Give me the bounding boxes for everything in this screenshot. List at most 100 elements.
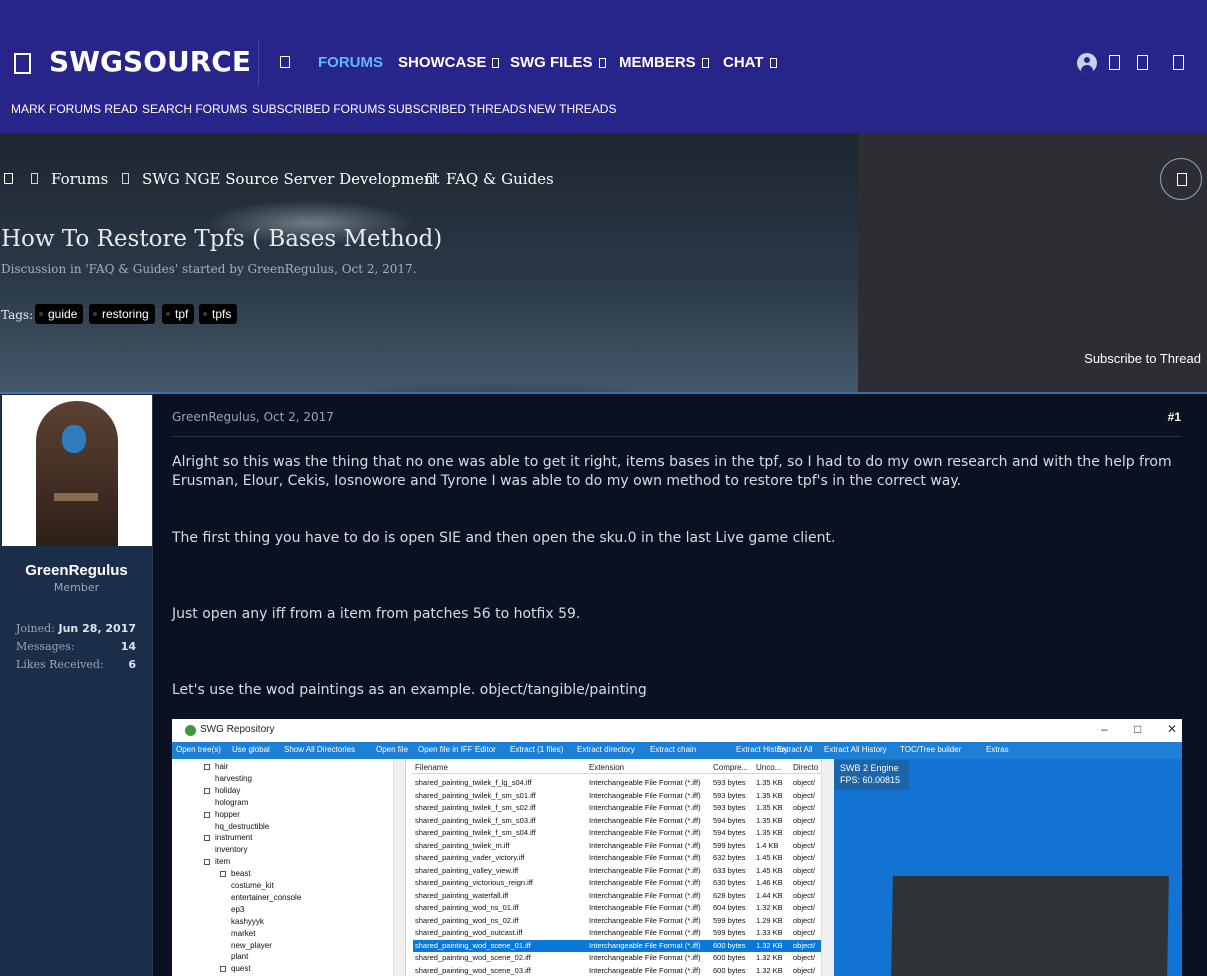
table-row[interactable]: shared_painting_wod_ns_02.iff Interchange… — [413, 915, 821, 928]
toolbar-item[interactable]: Show All Directories — [284, 745, 355, 754]
table-row[interactable]: shared_painting_twilek_f_lg_s04.iff Inter… — [413, 777, 821, 790]
table-row[interactable]: shared_painting_wod_outcast.iff Interchan… — [413, 927, 821, 940]
toolbar-item[interactable]: Open file in IFF Editor — [418, 745, 496, 754]
tree-node[interactable]: harvesting — [215, 774, 252, 783]
column-header[interactable]: Compre... — [713, 763, 748, 772]
subnav-subscribed-forums[interactable]: SUBSCRIBED FORUMS — [252, 102, 385, 116]
post-number[interactable]: #1 — [1168, 410, 1181, 424]
table-row[interactable]: shared_painting_valley_view.iff Interchan… — [413, 865, 821, 878]
tree-node[interactable]: inventory — [215, 845, 247, 854]
tree-node-label: plant — [231, 952, 249, 962]
nav-forums[interactable]: FORUMS — [318, 54, 383, 71]
tree-node[interactable]: instrument — [204, 833, 252, 842]
tree-node[interactable]: holiday — [204, 786, 240, 795]
stat-messages-value[interactable]: 14 — [121, 640, 136, 653]
tree-node[interactable]: item — [204, 857, 230, 866]
table-row[interactable]: shared_painting_twilek_f_sm_s03.iff Inter… — [413, 815, 821, 828]
column-header[interactable]: Filename — [415, 763, 448, 772]
home-icon[interactable] — [280, 56, 290, 68]
toolbar-item[interactable]: Extract All History — [824, 745, 887, 754]
banner-menu-button[interactable] — [1160, 158, 1202, 200]
tree-node[interactable]: market — [231, 929, 255, 938]
table-cell: shared_painting_twilek_f_sm_s01.iff — [415, 790, 536, 800]
tree-node[interactable]: entertainer_console — [231, 893, 301, 902]
tree-node[interactable]: quest — [220, 964, 251, 973]
toolbar-item[interactable]: Extract All — [777, 745, 813, 754]
nav-chat[interactable]: CHAT — [723, 54, 777, 71]
table-row[interactable]: shared_painting_victorious_reign.iff Inte… — [413, 877, 821, 890]
table-row[interactable]: shared_painting_wod_scene_03.iff Intercha… — [413, 965, 821, 976]
expand-icon[interactable] — [204, 787, 210, 794]
breadcrumb-home-icon[interactable] — [4, 173, 13, 184]
tag-restoring[interactable]: restoring — [89, 304, 155, 324]
expand-icon[interactable] — [220, 966, 226, 973]
expand-icon[interactable] — [220, 871, 226, 878]
breadcrumb-faq-guides[interactable]: FAQ & Guides — [446, 170, 554, 188]
alerts-icon[interactable] — [1137, 55, 1148, 70]
post-paragraph: Alright so this was the thing that no on… — [172, 454, 1172, 489]
tree-node[interactable]: ep3 — [231, 905, 244, 914]
table-row[interactable]: shared_painting_wod_scene_02.iff Intercha… — [413, 952, 821, 965]
breadcrumb-forums[interactable]: Forums — [51, 170, 108, 188]
column-header[interactable]: Extension — [589, 763, 624, 772]
tree-node[interactable]: new_player — [231, 941, 272, 950]
tag-tpf[interactable]: tpf — [162, 304, 195, 324]
tree-node[interactable]: plant — [231, 952, 248, 961]
toolbar-item[interactable]: Use global — [232, 745, 270, 754]
tree-node[interactable]: hologram — [215, 798, 248, 807]
tree-node[interactable]: hair — [204, 762, 228, 771]
toolbar-item[interactable]: Extras — [986, 745, 1009, 754]
tree-node[interactable]: costume_kit — [231, 881, 274, 890]
expand-icon[interactable] — [204, 835, 210, 842]
table-row[interactable]: shared_painting_waterfall.iff Interchange… — [413, 890, 821, 903]
tree-node[interactable]: hopper — [204, 810, 240, 819]
user-avatar-icon[interactable] — [1077, 53, 1097, 73]
tag-tpfs[interactable]: tpfs — [199, 304, 238, 324]
nav-showcase[interactable]: SHOWCASE — [398, 54, 500, 71]
search-icon[interactable] — [1173, 55, 1184, 70]
expand-icon[interactable] — [204, 859, 210, 866]
subnav-subscribed-threads[interactable]: SUBSCRIBED THREADS — [388, 102, 526, 116]
tree-node[interactable]: hq_destructible — [215, 822, 269, 831]
site-logo[interactable]: SWGSOURCE — [49, 45, 251, 78]
table-row[interactable]: shared_painting_wod_ns_01.iff Interchange… — [413, 902, 821, 915]
table-row[interactable]: shared_painting_twilek_f_sm_s01.iff Inter… — [413, 790, 821, 803]
site-header: SWGSOURCE FORUMS SHOWCASE SWG FILES MEMB… — [0, 0, 1207, 133]
toolbar-item[interactable]: Open tree(s) — [176, 745, 221, 754]
toolbar-item[interactable]: Extract (1 files) — [510, 745, 563, 754]
subnav-mark-forums-read[interactable]: MARK FORUMS READ — [11, 102, 138, 116]
tree-node-label: instrument — [215, 833, 253, 843]
tag-guide[interactable]: guide — [35, 304, 84, 324]
table-row[interactable]: shared_painting_twilek_f_sm_s04.iff Inter… — [413, 827, 821, 840]
expand-icon[interactable] — [204, 811, 210, 818]
nav-members[interactable]: MEMBERS — [619, 54, 709, 71]
tree-node[interactable]: beast — [220, 869, 251, 878]
nav-swg-files[interactable]: SWG FILES — [510, 54, 606, 71]
post-username[interactable]: GreenRegulus — [0, 562, 153, 579]
inbox-icon[interactable] — [1109, 55, 1120, 70]
repo-list-header: Filename Extension Compre... Unco... Directo — [411, 761, 823, 774]
post-author-date[interactable]: GreenRegulus, Oct 2, 2017 — [172, 410, 334, 424]
toolbar-item[interactable]: Extract chain — [650, 745, 696, 754]
table-row[interactable]: shared_painting_twilek_f_sm_s02.iff Inter… — [413, 802, 821, 815]
subscribe-thread-link[interactable]: Subscribe to Thread — [1084, 351, 1201, 366]
tree-node[interactable]: kashyyyk — [231, 917, 264, 926]
table-row[interactable]: shared_painting_twilek_m.iff Interchangea… — [413, 840, 821, 853]
subnav-new-threads[interactable]: NEW THREADS — [528, 102, 616, 116]
expand-icon[interactable] — [204, 764, 210, 770]
avatar[interactable] — [2, 395, 152, 546]
column-header[interactable]: Unco... — [756, 763, 781, 772]
breadcrumb-swg-nge[interactable]: SWG NGE Source Server Development — [142, 170, 440, 188]
table-row[interactable]: shared_painting_vader_victory.iff Interch… — [413, 852, 821, 865]
table-cell: object/ — [793, 890, 816, 900]
table-cell: object/ — [793, 803, 816, 812]
repository-screenshot[interactable]: SWG Repository – □ ✕ Open tree(s) Use glo… — [172, 719, 1182, 976]
column-header[interactable]: Directo — [793, 763, 818, 772]
toolbar-item[interactable]: Open file — [376, 745, 408, 754]
toolbar-item[interactable]: TOC/Tree builder — [900, 745, 961, 754]
logo-icon[interactable] — [14, 53, 31, 74]
subnav-search-forums[interactable]: SEARCH FORUMS — [142, 102, 247, 116]
toolbar-item[interactable]: Extract directory — [577, 745, 635, 754]
table-row[interactable]: shared_painting_wod_scene_01.iff Intercha… — [413, 939, 821, 952]
maximize-icon: □ — [1134, 722, 1142, 736]
